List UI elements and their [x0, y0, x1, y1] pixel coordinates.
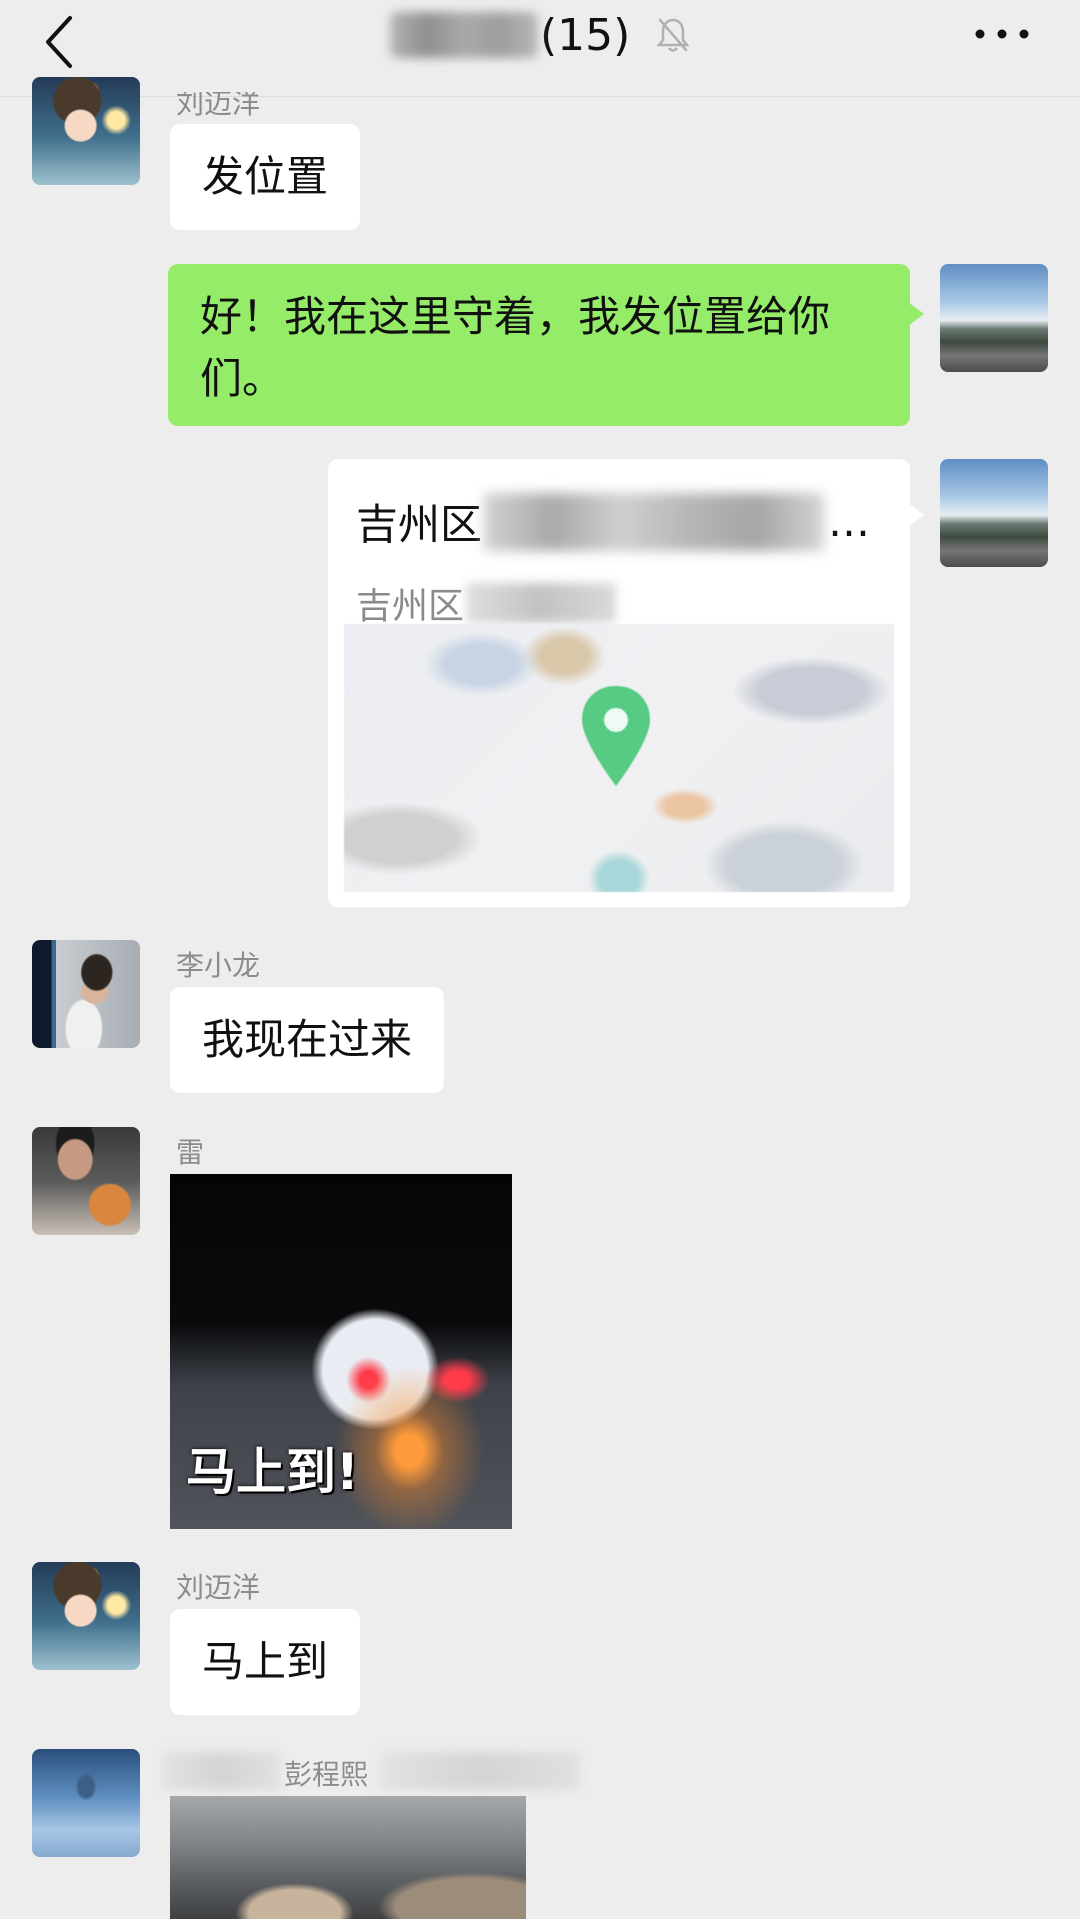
location-map-preview: [344, 624, 894, 892]
avatar[interactable]: [32, 1562, 140, 1670]
message-bubble[interactable]: 发位置: [170, 124, 361, 230]
sender-name-redacted: [380, 1752, 580, 1790]
avatar[interactable]: [32, 1749, 140, 1857]
chevron-left-icon: [46, 16, 72, 68]
location-card[interactable]: 吉州区 … 吉州区: [328, 459, 924, 907]
location-subtitle-redacted: [466, 583, 617, 623]
sender-name: 刘迈洋: [176, 1571, 261, 1604]
more-dots-icon: [975, 29, 1029, 39]
location-title-text: 吉州区: [356, 500, 483, 549]
location-subtitle: 吉州区: [356, 577, 617, 629]
self-avatar[interactable]: [940, 264, 1048, 372]
location-title: 吉州区 …: [356, 491, 870, 552]
self-avatar[interactable]: [940, 459, 1048, 567]
avatar[interactable]: [32, 1127, 140, 1235]
sender-name: 李小龙: [176, 949, 261, 982]
location-title-redacted: [484, 492, 825, 551]
avatar[interactable]: [32, 77, 140, 185]
map-pin-icon: [582, 686, 650, 786]
avatar[interactable]: [32, 940, 140, 1048]
back-button[interactable]: [36, 10, 86, 70]
chat-header: (15): [0, 0, 1080, 97]
location-title-ellipsis: …: [828, 497, 871, 546]
message-bubble[interactable]: 我现在过来: [170, 987, 445, 1093]
location-subtitle-text: 吉州区: [356, 586, 465, 627]
chat-screen: (15) 刘迈洋 发位置 好！我在这里守着，我发位置给你们。 吉州区 … 吉州区…: [0, 0, 1080, 1919]
sender-name-redacted: [162, 1752, 280, 1790]
image-message[interactable]: [170, 1796, 526, 1919]
chat-title: (15): [390, 0, 690, 70]
image-caption: 马上到!: [186, 1443, 359, 1501]
more-button[interactable]: [972, 24, 1032, 44]
bell-off-icon: [656, 18, 690, 52]
message-bubble[interactable]: 马上到: [170, 1609, 361, 1715]
group-name-redacted: [390, 12, 538, 58]
image-message[interactable]: 马上到!: [170, 1174, 512, 1529]
sender-name: 雷: [176, 1136, 205, 1169]
sender-name: 彭程熙: [284, 1758, 369, 1791]
self-message-bubble[interactable]: 好！我在这里守着，我发位置给你们。: [168, 264, 924, 426]
member-count: (15): [540, 9, 631, 61]
